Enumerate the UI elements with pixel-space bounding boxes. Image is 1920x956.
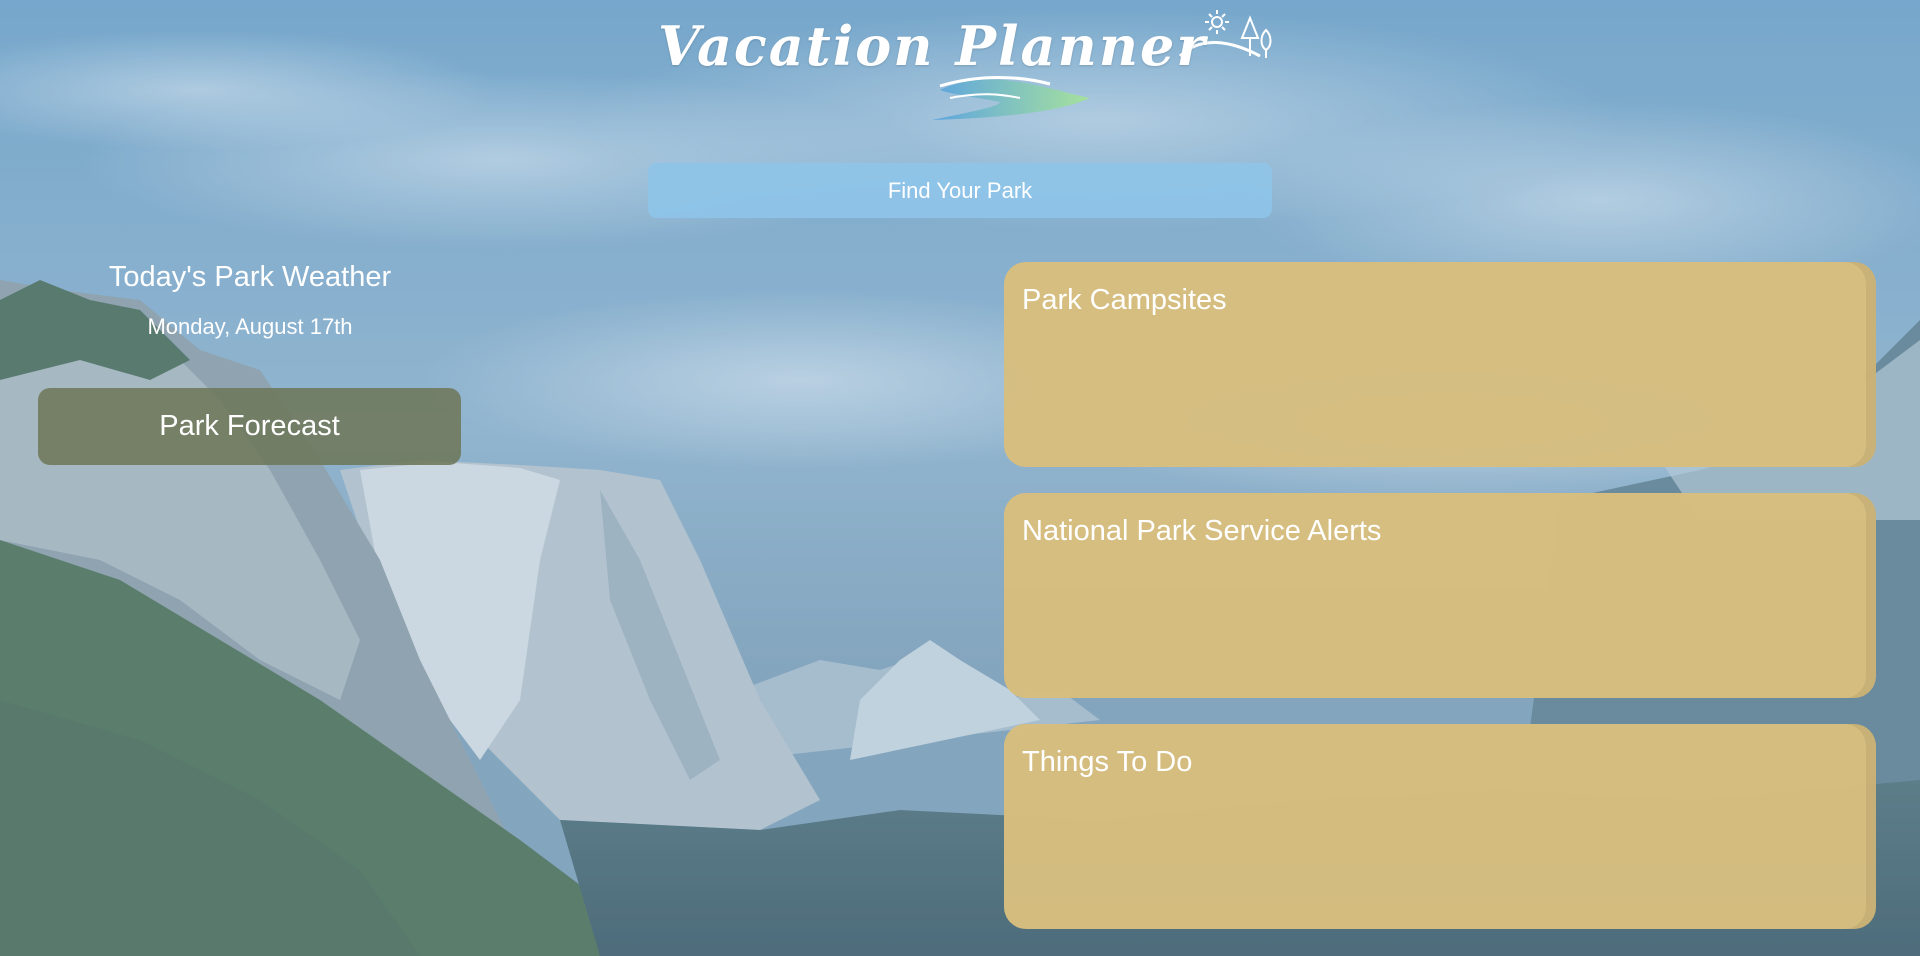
card-title: Park Campsites bbox=[1022, 284, 1227, 316]
card-title: Things To Do bbox=[1022, 746, 1193, 778]
tree-icon bbox=[1240, 15, 1272, 58]
card-title: National Park Service Alerts bbox=[1022, 515, 1382, 547]
park-forecast-button[interactable]: Park Forecast bbox=[38, 388, 461, 465]
river-icon bbox=[932, 79, 1090, 120]
weather-section: Today's Park Weather Monday, August 17th bbox=[30, 255, 470, 340]
park-campsites-card[interactable]: Park Campsites bbox=[1004, 262, 1876, 467]
things-to-do-card[interactable]: Things To Do bbox=[1004, 724, 1876, 929]
weather-date: Monday, August 17th bbox=[147, 314, 353, 339]
park-alerts-card[interactable]: National Park Service Alerts bbox=[1004, 493, 1876, 698]
weather-title: Today's Park Weather bbox=[108, 261, 392, 293]
logo-title: Vacation Planner bbox=[658, 14, 1207, 78]
vacation-planner-logo[interactable]: Vacation Planner bbox=[640, 6, 1280, 132]
sun-icon bbox=[1205, 10, 1229, 34]
find-your-park-button[interactable]: Find Your Park bbox=[648, 163, 1272, 218]
